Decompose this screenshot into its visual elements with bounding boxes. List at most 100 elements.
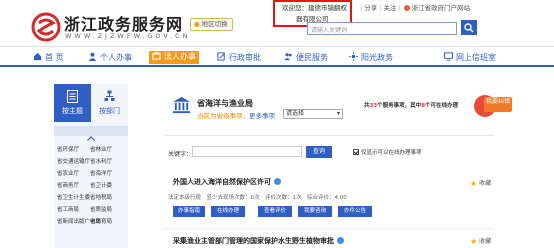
star-icon: ★ <box>470 237 478 246</box>
favorite-button[interactable]: ★ 收藏 <box>470 178 491 188</box>
page: 浙江政务服务网 WWW.ZJZWFW.GOV.CN ● 地区切换 欢迎您：建德市镇… <box>0 0 554 248</box>
org-chart-icon <box>104 90 115 101</box>
top-links: | 分享 | 关注 | 浙江省政府门户网站 <box>358 2 470 12</box>
star-icon: ★ <box>470 179 478 188</box>
dept-link[interactable]: 省质监局 <box>90 205 112 213</box>
online-service-icon <box>337 237 344 244</box>
nav-approval-label: 行政审批 <box>229 53 261 62</box>
online-only-checkbox[interactable]: 仅显示可以在线办理事项 <box>353 148 422 156</box>
dept-link[interactable]: 省林业厅 <box>90 145 112 153</box>
portal-link[interactable]: 浙江省政府门户网站 <box>412 4 471 12</box>
dept-link[interactable]: 省地税局 <box>90 193 112 201</box>
service-stats: 共33个服务事项，其中8个可在线办理 <box>364 101 458 109</box>
logo-icon[interactable] <box>31 12 61 42</box>
region-switch-label: 地区切换 <box>201 20 228 28</box>
search-button[interactable] <box>461 20 477 35</box>
nav-online-office[interactable]: 网上信班室 <box>444 52 496 64</box>
monitor-icon <box>444 52 453 61</box>
collapse-toggle[interactable] <box>54 126 128 141</box>
nav-legal[interactable]: 法人办事 <box>149 51 199 64</box>
dept-link[interactable]: 省卫生计生委 <box>57 193 90 201</box>
favorite-label: 收藏 <box>479 180 492 187</box>
stats-mid: 个服务事项，其中 <box>377 103 422 109</box>
view-reviews-button[interactable]: 查看评价 <box>258 206 292 217</box>
online-handle-button[interactable]: 在线办理 <box>211 206 245 217</box>
nav-convenience[interactable]: 便民服务 <box>284 52 328 64</box>
sun-icon <box>349 52 358 61</box>
nav-legal-label: 法人办事 <box>164 52 196 61</box>
separator: | <box>379 4 382 12</box>
divider <box>164 228 494 229</box>
service-item-title[interactable]: 采集渔业主管部门管理的国家保护水生野生植物审批 <box>173 236 344 246</box>
online-only-label: 仅显示可以在线办理事项 <box>361 150 422 156</box>
chevron-up-icon <box>87 136 95 141</box>
query-button[interactable]: 查询 <box>306 146 332 158</box>
person-icon <box>88 52 97 61</box>
search-icon <box>464 23 474 33</box>
separator: | <box>360 4 363 12</box>
dept-link[interactable]: 省环保厅 <box>57 145 79 153</box>
tab-by-dept-label: 按部门 <box>99 107 120 115</box>
keyword-input[interactable] <box>192 146 302 157</box>
location-pin-icon: ● <box>194 20 200 28</box>
service-item-title-text: 外国人进入海洋自然保护区许可 <box>173 178 271 186</box>
edit-icon <box>217 52 226 61</box>
main-nav: 首 页 个人办事 法人办事 行政审批 便民服务 阳光政务 网上信班室 <box>0 46 554 67</box>
keyword-label: 关键字： <box>168 151 193 158</box>
level-select[interactable]: 请选择 ▾ <box>283 109 343 119</box>
guide-button[interactable]: 办事指南 <box>173 206 205 217</box>
dept-link[interactable]: 省商务厅 <box>57 181 79 189</box>
site-url: WWW.ZJZWFW.GOV.CN <box>65 32 191 40</box>
nav-personal-label: 个人办事 <box>100 53 132 62</box>
favorite-label: 收藏 <box>479 238 492 245</box>
briefcase-icon <box>152 51 161 60</box>
share-link[interactable]: 分享 <box>364 4 377 12</box>
favorite-button[interactable]: ★ 收藏 <box>470 236 491 246</box>
report-error-button[interactable]: 我要纠错 <box>484 97 512 112</box>
tab-by-topic[interactable]: 按主题 <box>54 84 91 122</box>
case-notice-button[interactable]: 办件公告 <box>338 206 372 217</box>
tab-by-topic-label: 按主题 <box>62 107 83 115</box>
online-service-icon <box>274 178 281 185</box>
nav-personal[interactable]: 个人办事 <box>88 52 132 64</box>
dept-link[interactable]: 省工商局 <box>57 205 79 213</box>
dept-link[interactable]: 省交通运输厅 <box>57 157 90 165</box>
stats-suffix: 个可在线办理 <box>425 103 459 109</box>
more-items-link[interactable]: 更多事项 <box>249 112 275 120</box>
home-icon <box>33 52 42 61</box>
bureau-scope-note: 当前为省级事项，更多事项 <box>197 110 275 120</box>
chevron-down-icon: ▾ <box>336 110 340 117</box>
bureau-name: 省海洋与渔业局 <box>197 99 253 108</box>
service-item-title-text: 采集渔业主管部门管理的国家保护水生野生植物审批 <box>173 237 334 245</box>
dept-link[interactable]: 省体育局 <box>90 217 112 225</box>
nav-home[interactable]: 首 页 <box>33 52 64 64</box>
search-placeholder: 请输入关键词 <box>311 27 348 34</box>
nav-sunshine-label: 阳光政务 <box>361 53 393 62</box>
people-icon <box>284 53 292 61</box>
category-panel: 按主题 按部门 省环保厅 省林业厅 省交通运输厅 省水利厅 省农业厅 省海洋厅 … <box>54 84 128 248</box>
nav-convenience-label: 便民服务 <box>296 53 328 62</box>
divider <box>164 135 494 136</box>
checkbox-checked-icon <box>353 149 359 155</box>
separator: | <box>398 4 401 12</box>
category-tabs: 按主题 按部门 <box>54 84 128 122</box>
list-icon <box>67 90 78 103</box>
dept-link[interactable]: 省海洋厅 <box>90 169 112 177</box>
dept-link[interactable]: 省水利厅 <box>90 157 112 165</box>
consult-button[interactable]: 我要咨询 <box>298 206 332 217</box>
follow-link[interactable]: 关注 <box>383 4 396 12</box>
dept-link[interactable]: 省卫计委 <box>90 181 112 189</box>
nav-home-label: 首 页 <box>45 53 64 62</box>
dept-link[interactable]: 省农业厅 <box>57 169 79 177</box>
nav-approval[interactable]: 行政审批 <box>217 52 261 64</box>
government-building-icon <box>172 96 191 114</box>
nav-online-office-label: 网上信班室 <box>456 53 496 62</box>
nav-sunshine[interactable]: 阳光政务 <box>349 52 393 64</box>
service-item-meta: 法定本级行使 显少去现场次数：0次 评价次数：1次 综合评价：4.00 <box>168 195 347 201</box>
portal-icon <box>403 5 410 11</box>
tab-by-dept[interactable]: 按部门 <box>91 84 128 122</box>
region-switch-button[interactable]: ● 地区切换 <box>190 18 233 31</box>
search-input[interactable]: 请输入关键词 <box>307 22 457 35</box>
service-item-title[interactable]: 外国人进入海洋自然保护区许可 <box>173 177 281 187</box>
level-select-value: 请选择 <box>286 110 305 117</box>
